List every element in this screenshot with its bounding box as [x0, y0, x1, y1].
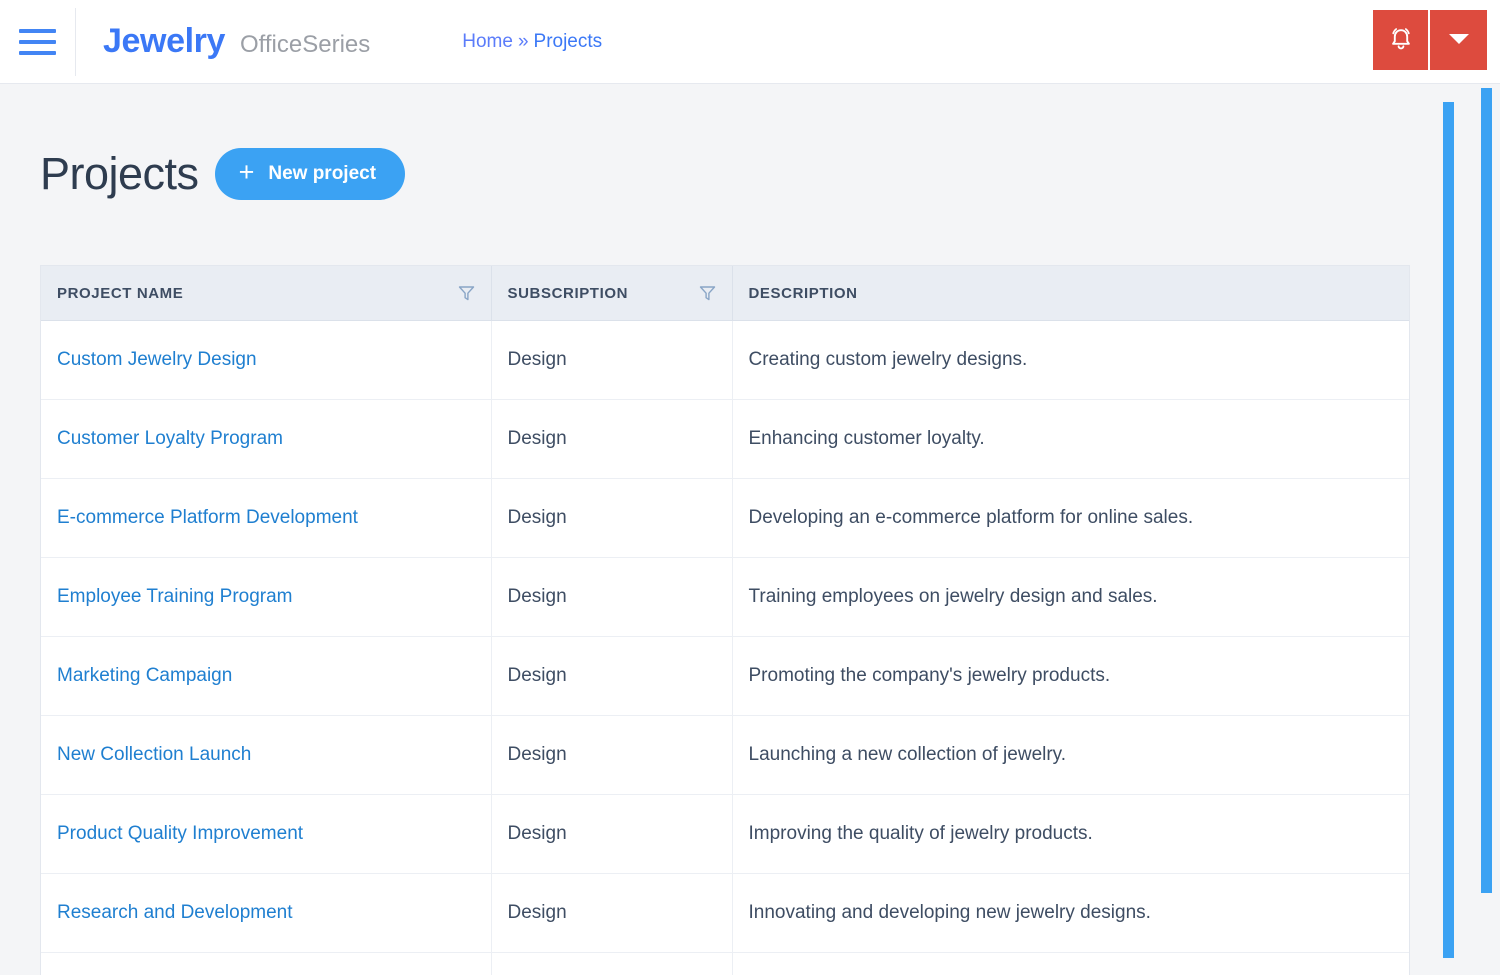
vertical-scrollbar-inner[interactable] [1443, 102, 1454, 958]
table-row: E-commerce Platform Development Design D… [41, 478, 1409, 558]
cell-subscription: Design [491, 794, 733, 874]
brand-suffix: OfficeSeries [239, 31, 371, 58]
project-link[interactable]: E-commerce Platform Development [57, 507, 358, 528]
table-row: New Collection Launch Design Launching a… [41, 715, 1409, 795]
filter-icon-project-name[interactable] [458, 285, 475, 302]
cell-subscription: Design [491, 557, 733, 637]
cell-project-name: New Collection Launch [41, 715, 492, 795]
table-header: PROJECT NAME SUBSCRIPTION DESCRIPTION [41, 266, 1409, 321]
vertical-scrollbar-outer[interactable] [1481, 88, 1492, 893]
cell-description: Creating custom jewelry designs. [732, 320, 1409, 400]
column-header-subscription: SUBSCRIPTION [491, 266, 733, 321]
column-header-description: DESCRIPTION [732, 266, 1409, 321]
new-project-label: New project [268, 162, 377, 184]
cell-subscription: Design [491, 952, 733, 975]
page-content: Projects + New project PROJECT NAME SUBS… [0, 85, 1500, 975]
cell-description: Innovating and developing new jewelry de… [732, 873, 1409, 953]
table-row: Marketing Campaign Design Promoting the … [41, 636, 1409, 716]
cell-project-name: Employee Training Program [41, 557, 492, 637]
plus-icon: + [238, 157, 255, 188]
cell-description: Launching a new collection of jewelry. [732, 715, 1409, 795]
breadcrumb: Home » Projects [462, 31, 602, 53]
breadcrumb-separator-icon: » [517, 30, 529, 52]
filter-icon-subscription[interactable] [699, 285, 716, 302]
brand-name: Jewelry [103, 22, 225, 60]
project-link[interactable]: Product Quality Improvement [57, 823, 303, 844]
column-header-project-name: PROJECT NAME [41, 266, 492, 321]
column-label: SUBSCRIPTION [507, 284, 629, 302]
cell-description: Promoting the company's jewelry products… [732, 636, 1409, 716]
table-body: Custom Jewelry Design Design Creating cu… [41, 320, 1409, 975]
bell-icon [1388, 25, 1414, 56]
cell-subscription: Design [491, 715, 733, 795]
user-dropdown-button[interactable] [1430, 10, 1487, 70]
top-bar: Jewelry OfficeSeries Home » Projects [0, 0, 1500, 84]
cell-subscription: Design [491, 478, 733, 558]
table-row: Research and Development Design Innovati… [41, 873, 1409, 953]
table-row: Custom Jewelry Design Design Creating cu… [41, 320, 1409, 400]
project-link[interactable]: Marketing Campaign [57, 665, 232, 686]
hamburger-bar [19, 28, 56, 33]
cell-description: Expanding the company's retail stores. [732, 952, 1409, 975]
table-row: Product Quality Improvement Design Impro… [41, 794, 1409, 874]
projects-table-container: PROJECT NAME SUBSCRIPTION DESCRIPTION Cu… [40, 265, 1410, 975]
hamburger-menu-icon[interactable] [0, 7, 76, 76]
cell-subscription: Design [491, 636, 733, 716]
cell-project-name: E-commerce Platform Development [41, 478, 492, 558]
breadcrumb-link-home[interactable]: Home [462, 31, 513, 53]
cell-subscription: Design [491, 399, 733, 479]
cell-description: Enhancing customer loyalty. [732, 399, 1409, 479]
topbar-actions [1373, 10, 1487, 70]
cell-description: Training employees on jewelry design and… [732, 557, 1409, 637]
page-header: Projects + New project [0, 85, 1500, 226]
project-link[interactable]: Employee Training Program [57, 586, 293, 607]
page-title: Projects [40, 148, 199, 200]
table-row: Employee Training Program Design Trainin… [41, 557, 1409, 637]
cell-project-name: Research and Development [41, 873, 492, 953]
table-row: Customer Loyalty Program Design Enhancin… [41, 399, 1409, 479]
caret-down-icon [1448, 33, 1469, 48]
cell-project-name: Product Quality Improvement [41, 794, 492, 874]
hamburger-bar [19, 50, 56, 55]
cell-project-name: Marketing Campaign [41, 636, 492, 716]
project-link[interactable]: Custom Jewelry Design [57, 349, 257, 370]
table-header-row: PROJECT NAME SUBSCRIPTION DESCRIPTION [41, 266, 1409, 321]
new-project-button[interactable]: + New project [214, 147, 406, 200]
cell-description: Developing an e-commerce platform for on… [732, 478, 1409, 558]
brand-logo[interactable]: Jewelry OfficeSeries [103, 22, 370, 61]
project-link[interactable]: Customer Loyalty Program [57, 428, 283, 449]
cell-subscription: Design [491, 873, 733, 953]
cell-description: Improving the quality of jewelry product… [732, 794, 1409, 874]
cell-project-name: Custom Jewelry Design [41, 320, 492, 400]
cell-project-name: Customer Loyalty Program [41, 399, 492, 479]
project-link[interactable]: Research and Development [57, 902, 293, 923]
project-link[interactable]: New Collection Launch [57, 744, 251, 765]
breadcrumb-link-projects[interactable]: Projects [534, 31, 603, 53]
table-row: Store Expansion Design Expanding the com… [41, 952, 1409, 975]
projects-table: PROJECT NAME SUBSCRIPTION DESCRIPTION Cu… [41, 266, 1409, 975]
hamburger-bar [19, 39, 56, 44]
notifications-button[interactable] [1373, 10, 1430, 70]
cell-project-name: Store Expansion [41, 952, 492, 975]
column-label: DESCRIPTION [748, 284, 858, 302]
cell-subscription: Design [491, 320, 733, 400]
column-label: PROJECT NAME [57, 284, 184, 302]
